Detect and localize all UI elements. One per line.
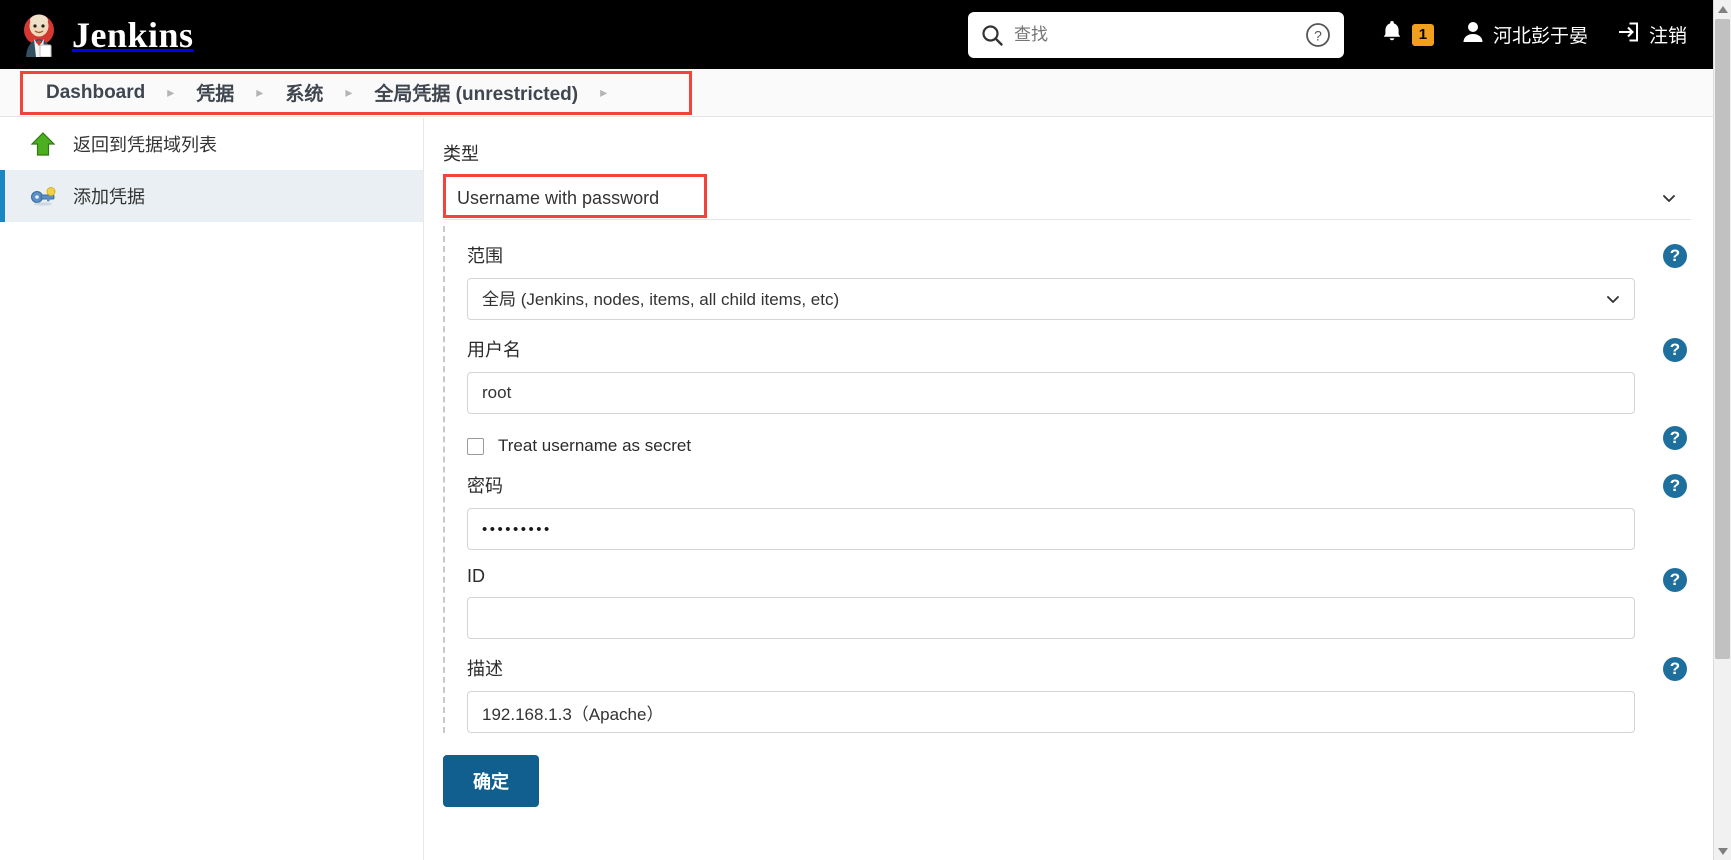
password-input[interactable]: ••••••••• (467, 508, 1635, 550)
search-icon (980, 23, 1004, 47)
vertical-scrollbar[interactable] (1713, 0, 1731, 860)
breadcrumb-separator-icon: ▸ (345, 84, 353, 100)
username-label: 用户名 (467, 340, 521, 360)
breadcrumb-item-credentials[interactable]: 凭据 (186, 77, 244, 108)
sidebar: 返回到凭据域列表 添加凭据 (0, 118, 424, 860)
bell-wrap: 1 (1380, 19, 1434, 50)
password-label: 密码 (467, 476, 503, 496)
scope-help-icon[interactable]: ? (1663, 244, 1687, 268)
scope-row: ? 范围 全局 (Jenkins, nodes, items, all chil… (467, 226, 1713, 320)
breadcrumb-separator-icon: ▸ (256, 84, 264, 100)
submit-button[interactable]: 确定 (443, 755, 539, 807)
sidebar-item-back-to-domain-list[interactable]: 返回到凭据域列表 (0, 118, 423, 170)
password-help-icon[interactable]: ? (1663, 474, 1687, 498)
sidebar-item-label: 返回到凭据域列表 (73, 135, 217, 155)
treat-username-as-secret-row: ? Treat username as secret (467, 414, 1713, 456)
password-row: ? 密码 ••••••••• (467, 456, 1713, 550)
id-inner: ID (467, 566, 1713, 639)
up-arrow-green-icon (29, 130, 57, 158)
treat-username-as-secret-inner: Treat username as secret (467, 430, 1713, 456)
credential-type-label: 类型 (443, 144, 479, 164)
description-input[interactable] (467, 691, 1635, 733)
caret-down-icon[interactable] (1714, 842, 1731, 860)
sidebar-item-label: 添加凭据 (73, 187, 145, 207)
notification-count-badge: 1 (1411, 23, 1434, 46)
breadcrumb-trailing-separator-icon: ▸ (600, 84, 608, 100)
description-inner: 描述 (467, 655, 1713, 733)
description-help-icon[interactable]: ? (1663, 657, 1687, 681)
user-menu-button[interactable]: 河北彭于晏 (1448, 0, 1602, 69)
treat-username-as-secret-help-icon[interactable]: ? (1663, 426, 1687, 450)
username-input[interactable] (467, 372, 1635, 414)
id-row: ? ID (467, 550, 1713, 639)
search-input[interactable] (1003, 24, 1304, 45)
key-icon (29, 182, 57, 210)
scope-select[interactable]: 全局 (Jenkins, nodes, items, all child ite… (467, 278, 1635, 320)
caret-up-icon[interactable] (1714, 0, 1731, 18)
breadcrumb: Dashboard ▸ 凭据 ▸ 系统 ▸ 全局凭据 (unrestricted… (0, 77, 615, 108)
password-inner: 密码 ••••••••• (467, 472, 1713, 550)
description-row: ? 描述 (467, 639, 1713, 733)
breadcrumb-item-global-credentials[interactable]: 全局凭据 (unrestricted) (364, 77, 588, 108)
person-icon (1462, 20, 1484, 50)
app-header: Jenkins ? (0, 0, 1713, 69)
user-name-label: 河北彭于晏 (1492, 26, 1588, 47)
breadcrumb-item-system[interactable]: 系统 (275, 77, 333, 108)
brand-title: Jenkins (72, 14, 194, 55)
password-masked-value: ••••••••• (482, 520, 552, 538)
credential-type-select-wrap: Username with password (443, 176, 1691, 220)
logout-button[interactable]: 注销 (1602, 0, 1713, 69)
scope-inner: 范围 全局 (Jenkins, nodes, items, all child … (467, 242, 1713, 320)
page-root: Jenkins ? (0, 0, 1731, 860)
logout-label: 注销 (1648, 26, 1687, 47)
credential-type-row: 类型 Username with password (425, 140, 1713, 220)
id-label: ID (467, 566, 485, 586)
scrollbar-thumb[interactable] (1715, 19, 1730, 659)
username-help-icon[interactable]: ? (1663, 338, 1687, 362)
description-label: 描述 (467, 659, 503, 679)
svg-text:?: ? (1314, 27, 1322, 43)
credential-details-group: ? 范围 全局 (Jenkins, nodes, items, all chil… (443, 226, 1713, 733)
id-input[interactable] (467, 597, 1635, 639)
username-row: ? 用户名 (467, 320, 1713, 414)
id-help-icon[interactable]: ? (1663, 568, 1687, 592)
treat-username-as-secret-checkbox[interactable] (467, 437, 484, 455)
credential-type-select[interactable]: Username with password (443, 176, 1691, 220)
scope-select-wrap: 全局 (Jenkins, nodes, items, all child ite… (467, 278, 1635, 320)
logout-icon (1616, 20, 1640, 50)
search-box[interactable]: ? (967, 11, 1344, 58)
jenkins-home-link[interactable]: Jenkins (0, 13, 194, 57)
username-inner: 用户名 (467, 336, 1713, 414)
jenkins-butler-icon (18, 13, 60, 57)
breadcrumb-separator-icon: ▸ (167, 84, 175, 100)
bell-icon (1380, 19, 1404, 50)
search-help-icon[interactable]: ? (1304, 21, 1332, 49)
scope-label: 范围 (467, 246, 503, 266)
sidebar-item-add-credential[interactable]: 添加凭据 (0, 170, 423, 222)
form-actions: 确定 (425, 733, 1713, 807)
treat-username-as-secret-label: Treat username as secret (498, 436, 692, 455)
breadcrumb-bar: Dashboard ▸ 凭据 ▸ 系统 ▸ 全局凭据 (unrestricted… (0, 69, 1713, 117)
main-content: 类型 Username with password ? 范围 全局 (Jenki… (425, 118, 1713, 860)
notifications-button[interactable]: 1 (1366, 0, 1448, 69)
breadcrumb-item-dashboard[interactable]: Dashboard (36, 80, 155, 106)
treat-username-as-secret-control[interactable]: Treat username as secret (467, 430, 1635, 456)
